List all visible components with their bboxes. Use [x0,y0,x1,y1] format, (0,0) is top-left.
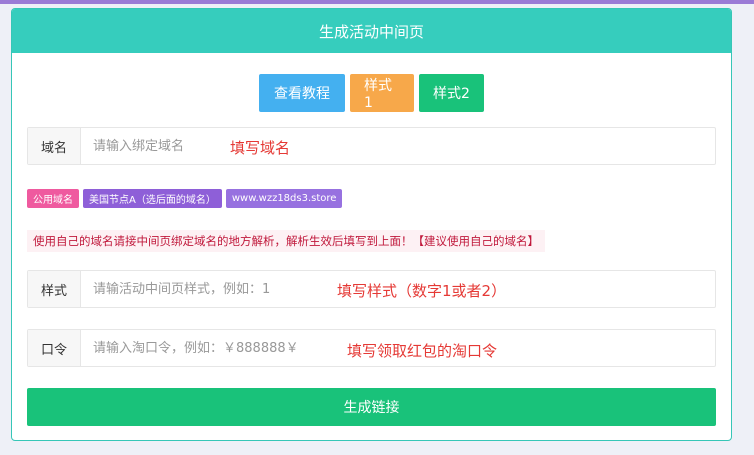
domain-field: 域名 [27,127,716,165]
domain-notice: 使用自己的域名请接中间页绑定域名的地方解析，解析生效后填写到上面！【建议使用自己… [27,230,545,252]
action-button-row: 查看教程 样式1 样式2 [12,74,731,112]
token-hint: 填写领取红包的淘口令 [347,342,498,360]
style-1-button[interactable]: 样式1 [350,74,414,112]
domain-hint: 填写域名 [230,139,291,157]
style-input[interactable] [81,271,311,307]
style-hint: 填写样式（数字1或者2） [337,282,507,300]
top-accent-bar [0,0,754,4]
token-field-label: 口令 [28,330,81,366]
generate-link-button[interactable]: 生成链接 [27,388,716,426]
domain-option-tag[interactable]: www.wzz18ds3.store [225,189,343,208]
panel-title: 生成活动中间页 [12,9,731,53]
generate-panel: 生成活动中间页 查看教程 样式1 样式2 域名 填写域名 公用域名 美国节点A（… [11,8,732,441]
style-field-label: 样式 [28,271,81,307]
domain-tags: 公用域名 美国节点A（选后面的域名） www.wzz18ds3.store [27,189,343,208]
style-2-button[interactable]: 样式2 [419,74,484,112]
token-input[interactable] [81,330,331,366]
view-tutorial-button[interactable]: 查看教程 [259,74,345,112]
public-domain-tag[interactable]: 公用域名 [27,189,79,208]
domain-input[interactable] [81,128,211,164]
us-node-tag[interactable]: 美国节点A（选后面的域名） [83,189,222,208]
domain-field-label: 域名 [28,128,81,164]
